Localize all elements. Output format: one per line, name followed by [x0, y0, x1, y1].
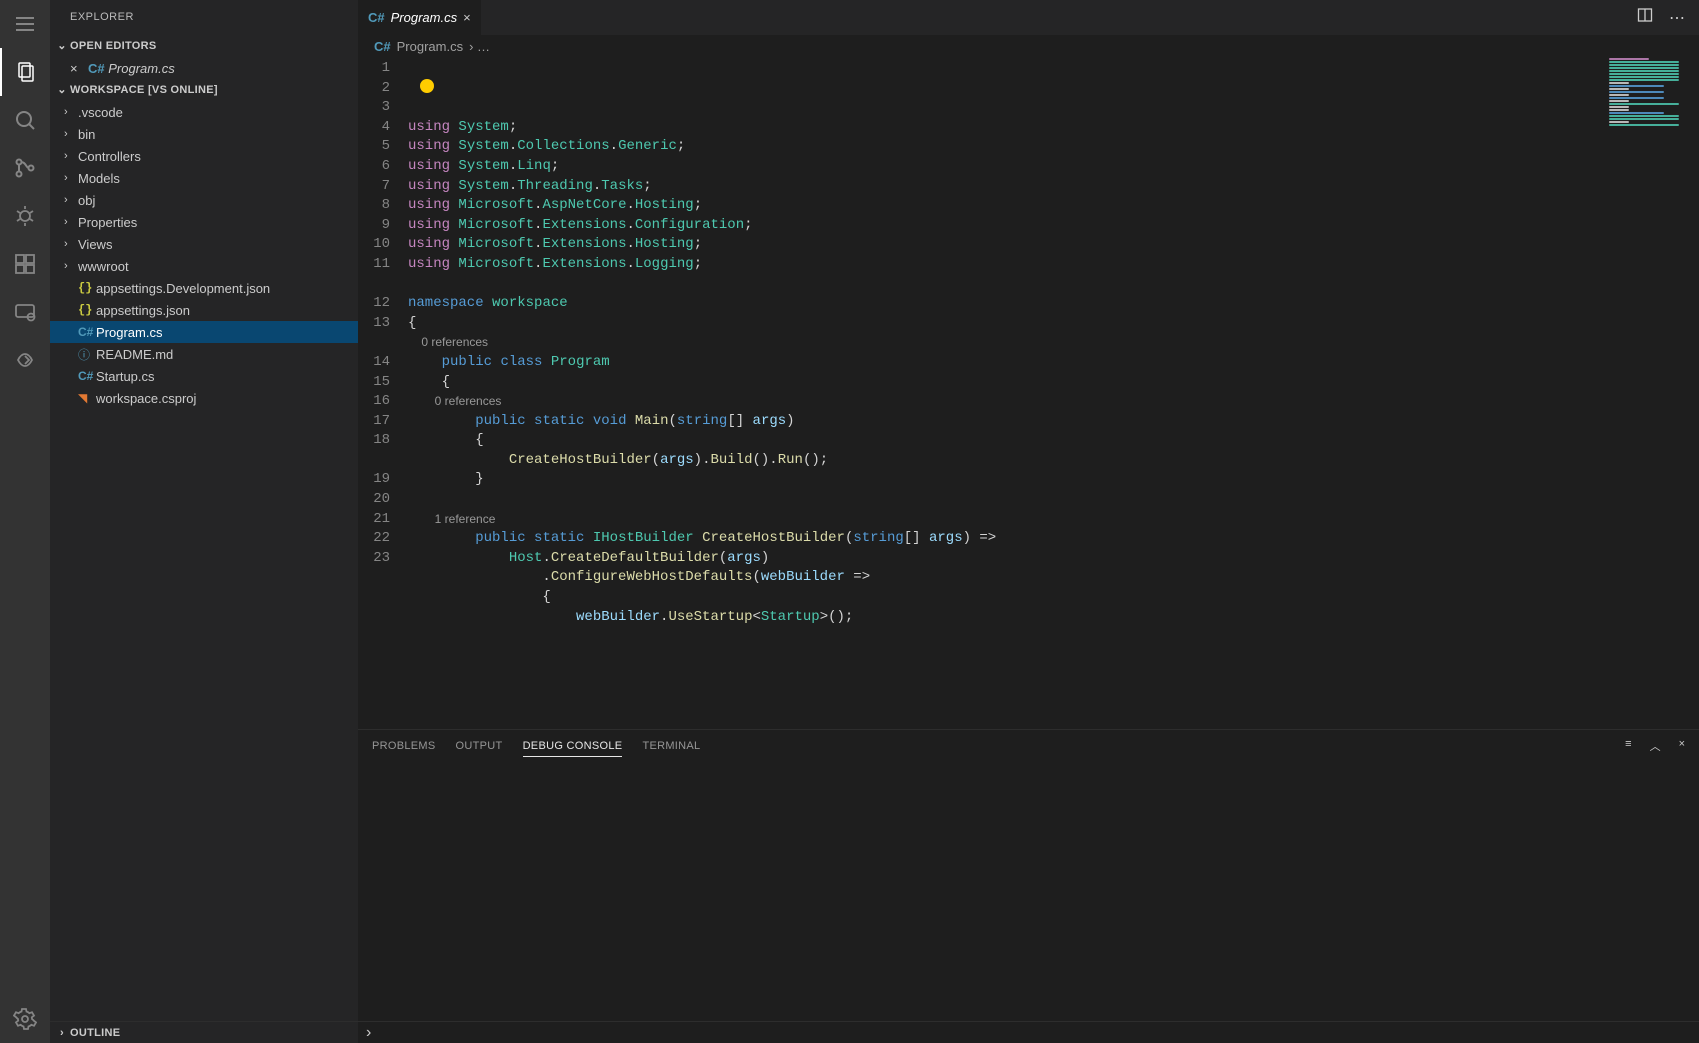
close-panel-icon[interactable]: × [1679, 738, 1685, 754]
open-editor-item[interactable]: × C# Program.cs [50, 57, 358, 79]
chevron-right-icon: › [64, 128, 78, 140]
editor-actions: ⋯ [1637, 0, 1699, 35]
panel-tab-bar: PROBLEMS OUTPUT DEBUG CONSOLE TERMINAL ≡ ︿ × [358, 730, 1699, 762]
file-row[interactable]: ⓘREADME.md [50, 343, 358, 365]
csharp-file-icon: C# [368, 10, 385, 25]
activity-bar [0, 0, 50, 1043]
chevron-down-icon: ⌄ [54, 79, 70, 101]
folder-row[interactable]: ›wwwroot [50, 255, 358, 277]
cs-file-icon: C# [78, 325, 96, 339]
json-file-icon: {} [78, 281, 96, 295]
close-icon[interactable]: × [70, 61, 88, 76]
panel-tab-output[interactable]: OUTPUT [456, 736, 503, 756]
tab-bar: C# Program.cs × ⋯ [358, 0, 1699, 35]
remote-icon[interactable] [0, 288, 50, 336]
code-content[interactable]: using System;using System.Collections.Ge… [408, 57, 1699, 729]
minimap[interactable] [1603, 57, 1699, 729]
settings-gear-icon[interactable] [0, 995, 50, 1043]
rss-file-icon: ◥ [78, 391, 96, 405]
code-editor[interactable]: 1234567891011 1213 1415161718 1920212223… [358, 57, 1699, 729]
info-file-icon: ⓘ [78, 346, 96, 363]
live-share-icon[interactable] [0, 336, 50, 384]
json-file-icon: {} [78, 303, 96, 317]
panel-tab-problems[interactable]: PROBLEMS [372, 736, 436, 756]
tab-program-cs[interactable]: C# Program.cs × [358, 0, 482, 35]
panel-tab-terminal[interactable]: TERMINAL [642, 736, 700, 756]
search-icon[interactable] [0, 96, 50, 144]
folder-row[interactable]: ›Models [50, 167, 358, 189]
csharp-file-icon: C# [374, 39, 391, 54]
menu-icon[interactable] [0, 0, 50, 48]
extensions-icon[interactable] [0, 240, 50, 288]
chevron-right-icon: › [64, 150, 78, 162]
csharp-file-icon: C# [88, 61, 108, 76]
file-row[interactable]: {}appsettings.Development.json [50, 277, 358, 299]
explorer-icon[interactable] [0, 48, 50, 96]
folder-row[interactable]: ›bin [50, 123, 358, 145]
chevron-right-icon: › [64, 238, 78, 250]
filter-icon[interactable]: ≡ [1625, 738, 1631, 754]
chevron-up-icon[interactable]: ︿ [1650, 738, 1661, 754]
workspace-header[interactable]: ⌄ WORKSPACE [VS ONLINE] [50, 79, 358, 101]
folder-row[interactable]: ›Views [50, 233, 358, 255]
explorer-sidebar: EXPLORER ⌄ OPEN EDITORS × C# Program.cs … [50, 0, 358, 1043]
outline-header[interactable]: › OUTLINE [50, 1021, 358, 1043]
file-row[interactable]: C#Program.cs [50, 321, 358, 343]
close-icon[interactable]: × [463, 10, 471, 25]
more-actions-icon[interactable]: ⋯ [1669, 8, 1685, 28]
folder-row[interactable]: ›Properties [50, 211, 358, 233]
split-editor-icon[interactable] [1637, 7, 1653, 28]
file-tree: ›.vscode›bin›Controllers›Models›obj›Prop… [50, 101, 358, 409]
lightbulb-icon[interactable] [420, 79, 434, 93]
panel-actions: ≡ ︿ × [1625, 738, 1699, 754]
chevron-right-icon: › [64, 260, 78, 272]
debug-icon[interactable] [0, 192, 50, 240]
file-row[interactable]: ◥workspace.csproj [50, 387, 358, 409]
chevron-right-icon: › [64, 194, 78, 206]
line-number-gutter: 1234567891011 1213 1415161718 1920212223 [358, 57, 408, 729]
folder-row[interactable]: ›Controllers [50, 145, 358, 167]
sidebar-title: EXPLORER [50, 0, 358, 35]
editor-group: C# Program.cs × ⋯ C# Program.cs › … 1234… [358, 0, 1699, 1043]
source-control-icon[interactable] [0, 144, 50, 192]
folder-row[interactable]: ›.vscode [50, 101, 358, 123]
panel-tab-debug-console[interactable]: DEBUG CONSOLE [523, 736, 623, 757]
file-row[interactable]: C#Startup.cs [50, 365, 358, 387]
breadcrumb-toggle[interactable]: › [358, 1021, 1699, 1043]
chevron-right-icon: › [54, 1022, 70, 1043]
bottom-panel: PROBLEMS OUTPUT DEBUG CONSOLE TERMINAL ≡ ︿ × [358, 729, 1699, 1021]
folder-row[interactable]: ›obj [50, 189, 358, 211]
breadcrumb[interactable]: C# Program.cs › … [358, 35, 1699, 57]
file-row[interactable]: {}appsettings.json [50, 299, 358, 321]
chevron-right-icon: › [64, 106, 78, 118]
open-editors-header[interactable]: ⌄ OPEN EDITORS [50, 35, 358, 57]
chevron-down-icon: ⌄ [54, 35, 70, 57]
chevron-right-icon: › [64, 172, 78, 184]
chevron-right-icon: › [64, 216, 78, 228]
cs-file-icon: C# [78, 369, 96, 383]
